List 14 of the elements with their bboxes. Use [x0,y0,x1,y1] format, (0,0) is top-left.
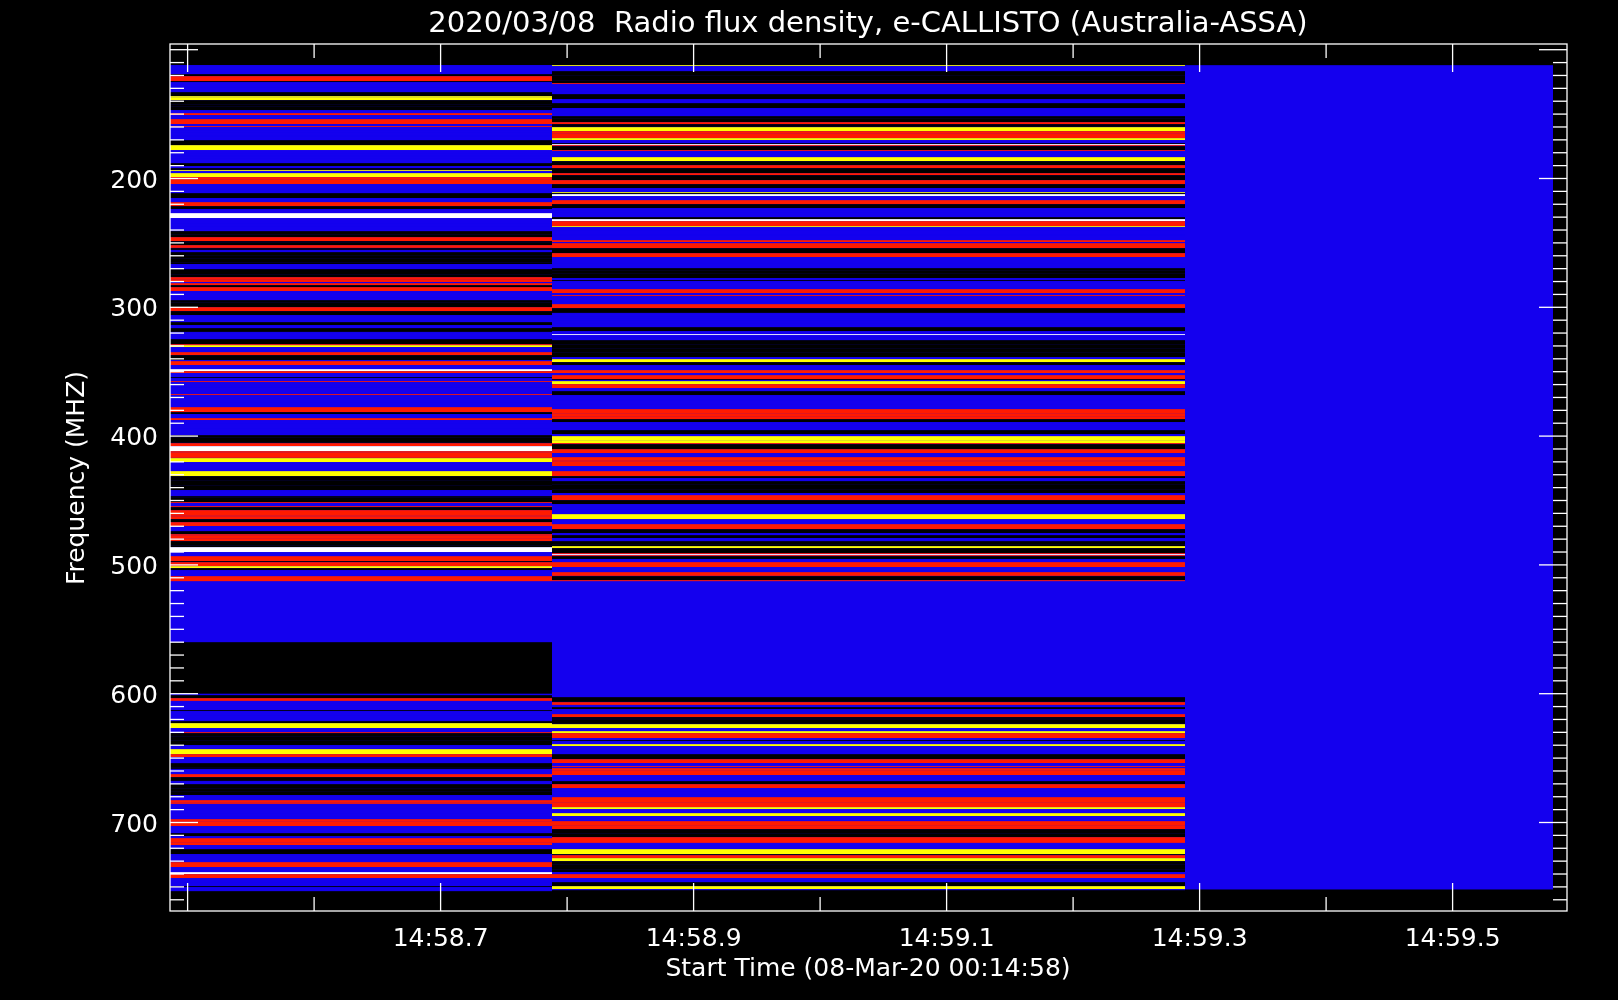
x-axis-title: Start Time (08-Mar-20 00:14:58) [665,953,1071,982]
x-tick-label: 14:59.5 [1404,923,1501,952]
y-axis-title: Frequency (MHZ) [61,370,90,586]
x-tick-label: 14:58.7 [392,923,489,952]
x-tick-label: 14:59.3 [1151,923,1248,952]
y-tick-label: 200 [110,164,158,194]
x-tick-label: 14:59.1 [898,923,995,952]
x-tick-label: 14:58.9 [645,923,742,952]
y-tick-label: 700 [110,808,158,838]
y-tick-label: 300 [110,293,158,323]
chart-title: 2020/03/08 Radio flux density, e-CALLISTO (Australia-ASSA) [428,5,1308,39]
y-tick-label: 600 [110,679,158,709]
y-tick-label: 400 [110,422,158,452]
y-tick-label: 500 [110,550,158,580]
